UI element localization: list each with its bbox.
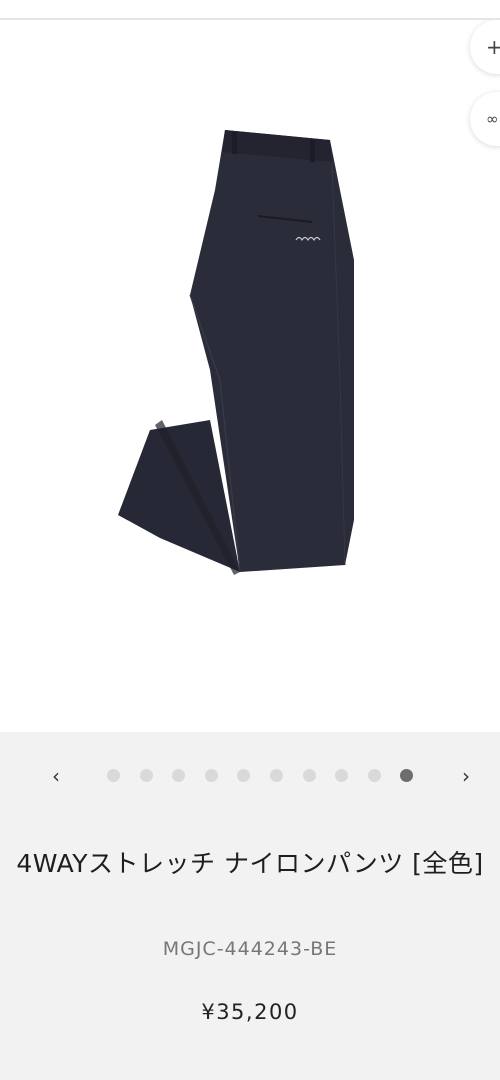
product-sku: MGJC-444243-BE xyxy=(162,938,338,960)
product-image xyxy=(118,130,354,575)
carousel-dot-1[interactable] xyxy=(107,769,120,782)
plus-icon: + xyxy=(486,35,500,59)
carousel-dot-7[interactable] xyxy=(302,769,316,782)
carousel-dot-5[interactable] xyxy=(237,769,251,782)
carousel-dot-6[interactable] xyxy=(269,769,283,782)
product-image-area[interactable]: + ∞ xyxy=(0,20,500,732)
carousel-dot-3[interactable] xyxy=(172,769,186,782)
carousel-dot-10-active[interactable] xyxy=(400,769,414,782)
product-title: 4WAYストレッチ ナイロンパンツ [全色] xyxy=(16,849,484,878)
carousel-dot-2[interactable] xyxy=(139,769,153,782)
view-360-button[interactable]: ∞ xyxy=(470,92,500,146)
zoom-button[interactable]: + xyxy=(470,20,500,74)
chevron-right-icon[interactable]: › xyxy=(454,762,478,790)
carousel-dots xyxy=(107,769,433,782)
image-carousel-nav: ‹ › xyxy=(0,732,500,820)
carousel-dot-4[interactable] xyxy=(204,769,218,782)
carousel-dot-8[interactable] xyxy=(335,769,349,782)
infinity-icon: ∞ xyxy=(486,110,499,128)
product-price: ¥35,200 xyxy=(201,1000,299,1024)
carousel-dot-9[interactable] xyxy=(367,769,381,782)
chevron-left-icon[interactable]: ‹ xyxy=(44,762,68,790)
top-divider xyxy=(0,0,500,20)
